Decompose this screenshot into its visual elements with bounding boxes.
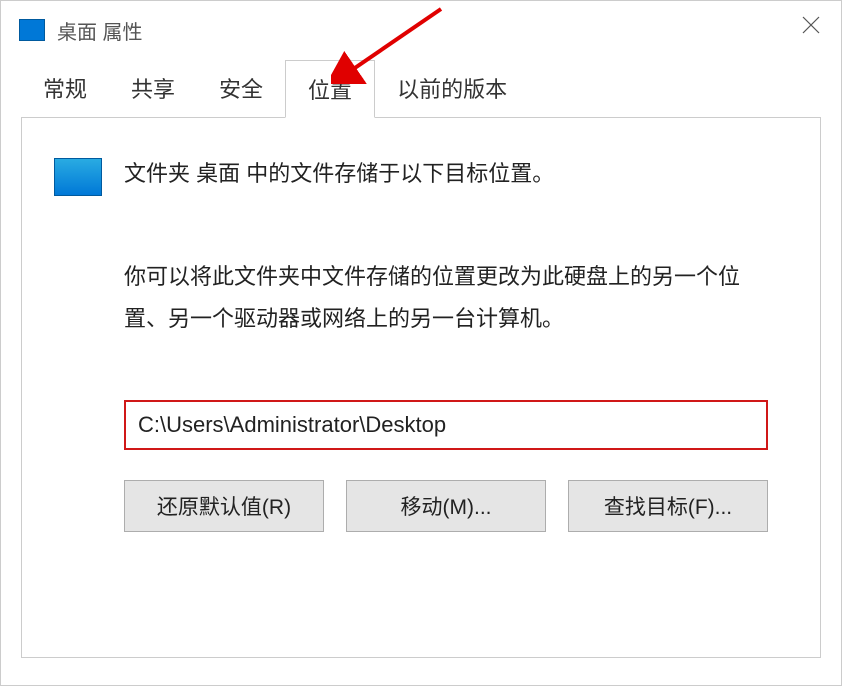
properties-window: 桌面 属性 常规 共享 安全 位置 以前的版本 文件夹 桌面 中的文件存储: [0, 0, 842, 686]
tabs-container: 常规 共享 安全 位置 以前的版本 文件夹 桌面 中的文件存储于以下目标位置。 …: [1, 59, 841, 658]
desktop-icon: [54, 158, 102, 196]
tab-location[interactable]: 位置: [285, 60, 375, 118]
tab-general[interactable]: 常规: [21, 60, 109, 118]
move-button[interactable]: 移动(M)...: [346, 480, 546, 532]
info-row: 文件夹 桌面 中的文件存储于以下目标位置。: [54, 156, 788, 196]
tab-security[interactable]: 安全: [197, 60, 285, 118]
tab-sharing[interactable]: 共享: [109, 60, 197, 118]
close-icon: [802, 16, 820, 34]
close-button[interactable]: [781, 1, 841, 49]
desktop-folder-icon: [19, 19, 45, 41]
window-title: 桌面 属性: [57, 16, 143, 45]
find-target-button[interactable]: 查找目标(F)...: [568, 480, 768, 532]
path-input[interactable]: [124, 400, 768, 450]
restore-default-button[interactable]: 还原默认值(R): [124, 480, 324, 532]
titlebar: 桌面 属性: [1, 1, 841, 59]
path-container: [124, 400, 768, 450]
tabs: 常规 共享 安全 位置 以前的版本: [21, 59, 821, 118]
tab-content: 文件夹 桌面 中的文件存储于以下目标位置。 你可以将此文件夹中文件存储的位置更改…: [21, 118, 821, 658]
tab-previous-versions[interactable]: 以前的版本: [375, 60, 529, 118]
buttons-row: 还原默认值(R) 移动(M)... 查找目标(F)...: [124, 480, 768, 532]
description-text: 你可以将此文件夹中文件存储的位置更改为此硬盘上的另一个位置、另一个驱动器或网络上…: [124, 256, 768, 340]
info-text: 文件夹 桌面 中的文件存储于以下目标位置。: [124, 156, 554, 191]
